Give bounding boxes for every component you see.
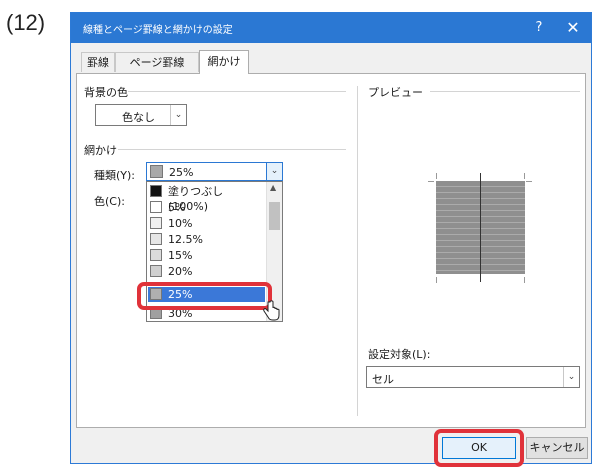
chevron-down-icon: ⌄ xyxy=(170,105,186,125)
selection-highlight xyxy=(137,282,272,310)
shading-type-label: 種類(Y): xyxy=(94,169,136,182)
preview-corner-mark xyxy=(524,277,525,283)
preview-cell-left xyxy=(436,181,480,274)
preview-separator xyxy=(430,91,580,92)
shading-preview xyxy=(436,173,525,282)
shading-type-swatch xyxy=(150,165,163,178)
preview-corner-mark xyxy=(524,173,525,179)
tab-page-border[interactable]: ページ罫線 xyxy=(115,52,199,72)
tab-shading[interactable]: 網かけ xyxy=(199,50,249,74)
preview-cell-right xyxy=(481,181,525,274)
chevron-down-icon: ⌄ xyxy=(266,163,282,180)
list-item[interactable]: 15% xyxy=(148,248,265,263)
close-button[interactable]: ✕ xyxy=(563,18,583,38)
tab-borders[interactable]: 罫線 xyxy=(81,52,115,72)
swatch-icon xyxy=(150,265,162,277)
shading-type-select[interactable]: 25% ⌄ xyxy=(146,162,283,181)
background-color-title: 背景の色 xyxy=(84,86,128,99)
ok-highlight xyxy=(434,429,524,467)
apply-to-select[interactable]: セル ⌄ xyxy=(366,366,580,388)
chevron-down-icon: ⌄ xyxy=(563,367,579,387)
shading-type-value: 25% xyxy=(169,166,194,179)
list-item-label: 10% xyxy=(168,217,193,230)
preview-corner-mark xyxy=(428,181,434,182)
step-number-label: (12) xyxy=(6,10,46,35)
shading-separator xyxy=(118,149,346,150)
list-item[interactable]: 5% xyxy=(148,200,265,215)
list-item-label: 5% xyxy=(168,201,186,214)
apply-to-value: セル xyxy=(372,373,394,386)
list-item[interactable]: 20% xyxy=(148,264,265,279)
list-item[interactable]: 10% xyxy=(148,216,265,231)
background-color-separator xyxy=(128,91,346,92)
cancel-button[interactable]: キャンセル xyxy=(526,437,588,459)
swatch-icon xyxy=(150,201,162,213)
section-divider xyxy=(357,86,358,416)
scroll-up-icon[interactable]: ▲ xyxy=(270,183,276,192)
list-item-label: 20% xyxy=(168,265,193,278)
preview-divider-line xyxy=(480,173,481,282)
hand-cursor-icon xyxy=(263,300,280,321)
preview-corner-mark xyxy=(436,277,437,283)
help-button[interactable]: ? xyxy=(529,18,549,38)
swatch-icon xyxy=(150,249,162,261)
list-item[interactable]: 塗りつぶし (100%) xyxy=(148,184,265,213)
apply-to-label: 設定対象(L): xyxy=(368,348,431,361)
background-color-value: 色なし xyxy=(122,111,155,124)
scroll-thumb[interactable] xyxy=(269,202,280,230)
list-item-label: 15% xyxy=(168,249,193,262)
preview-corner-mark xyxy=(526,181,532,182)
preview-corner-mark xyxy=(436,173,437,179)
shading-color-label: 色(C): xyxy=(94,195,125,208)
swatch-icon xyxy=(150,185,162,197)
background-color-picker[interactable]: 色なし ⌄ xyxy=(95,104,187,126)
dialog-title: 線種とページ罫線と網かけの設定 xyxy=(83,25,233,36)
shading-title: 網かけ xyxy=(84,144,117,157)
list-item-label: 12.5% xyxy=(168,233,203,246)
swatch-icon xyxy=(150,217,162,229)
dialog-titlebar: 線種とページ罫線と網かけの設定 ? ✕ xyxy=(71,13,591,43)
swatch-icon xyxy=(150,233,162,245)
list-item[interactable]: 12.5% xyxy=(148,232,265,247)
preview-title: プレビュー xyxy=(368,86,423,99)
